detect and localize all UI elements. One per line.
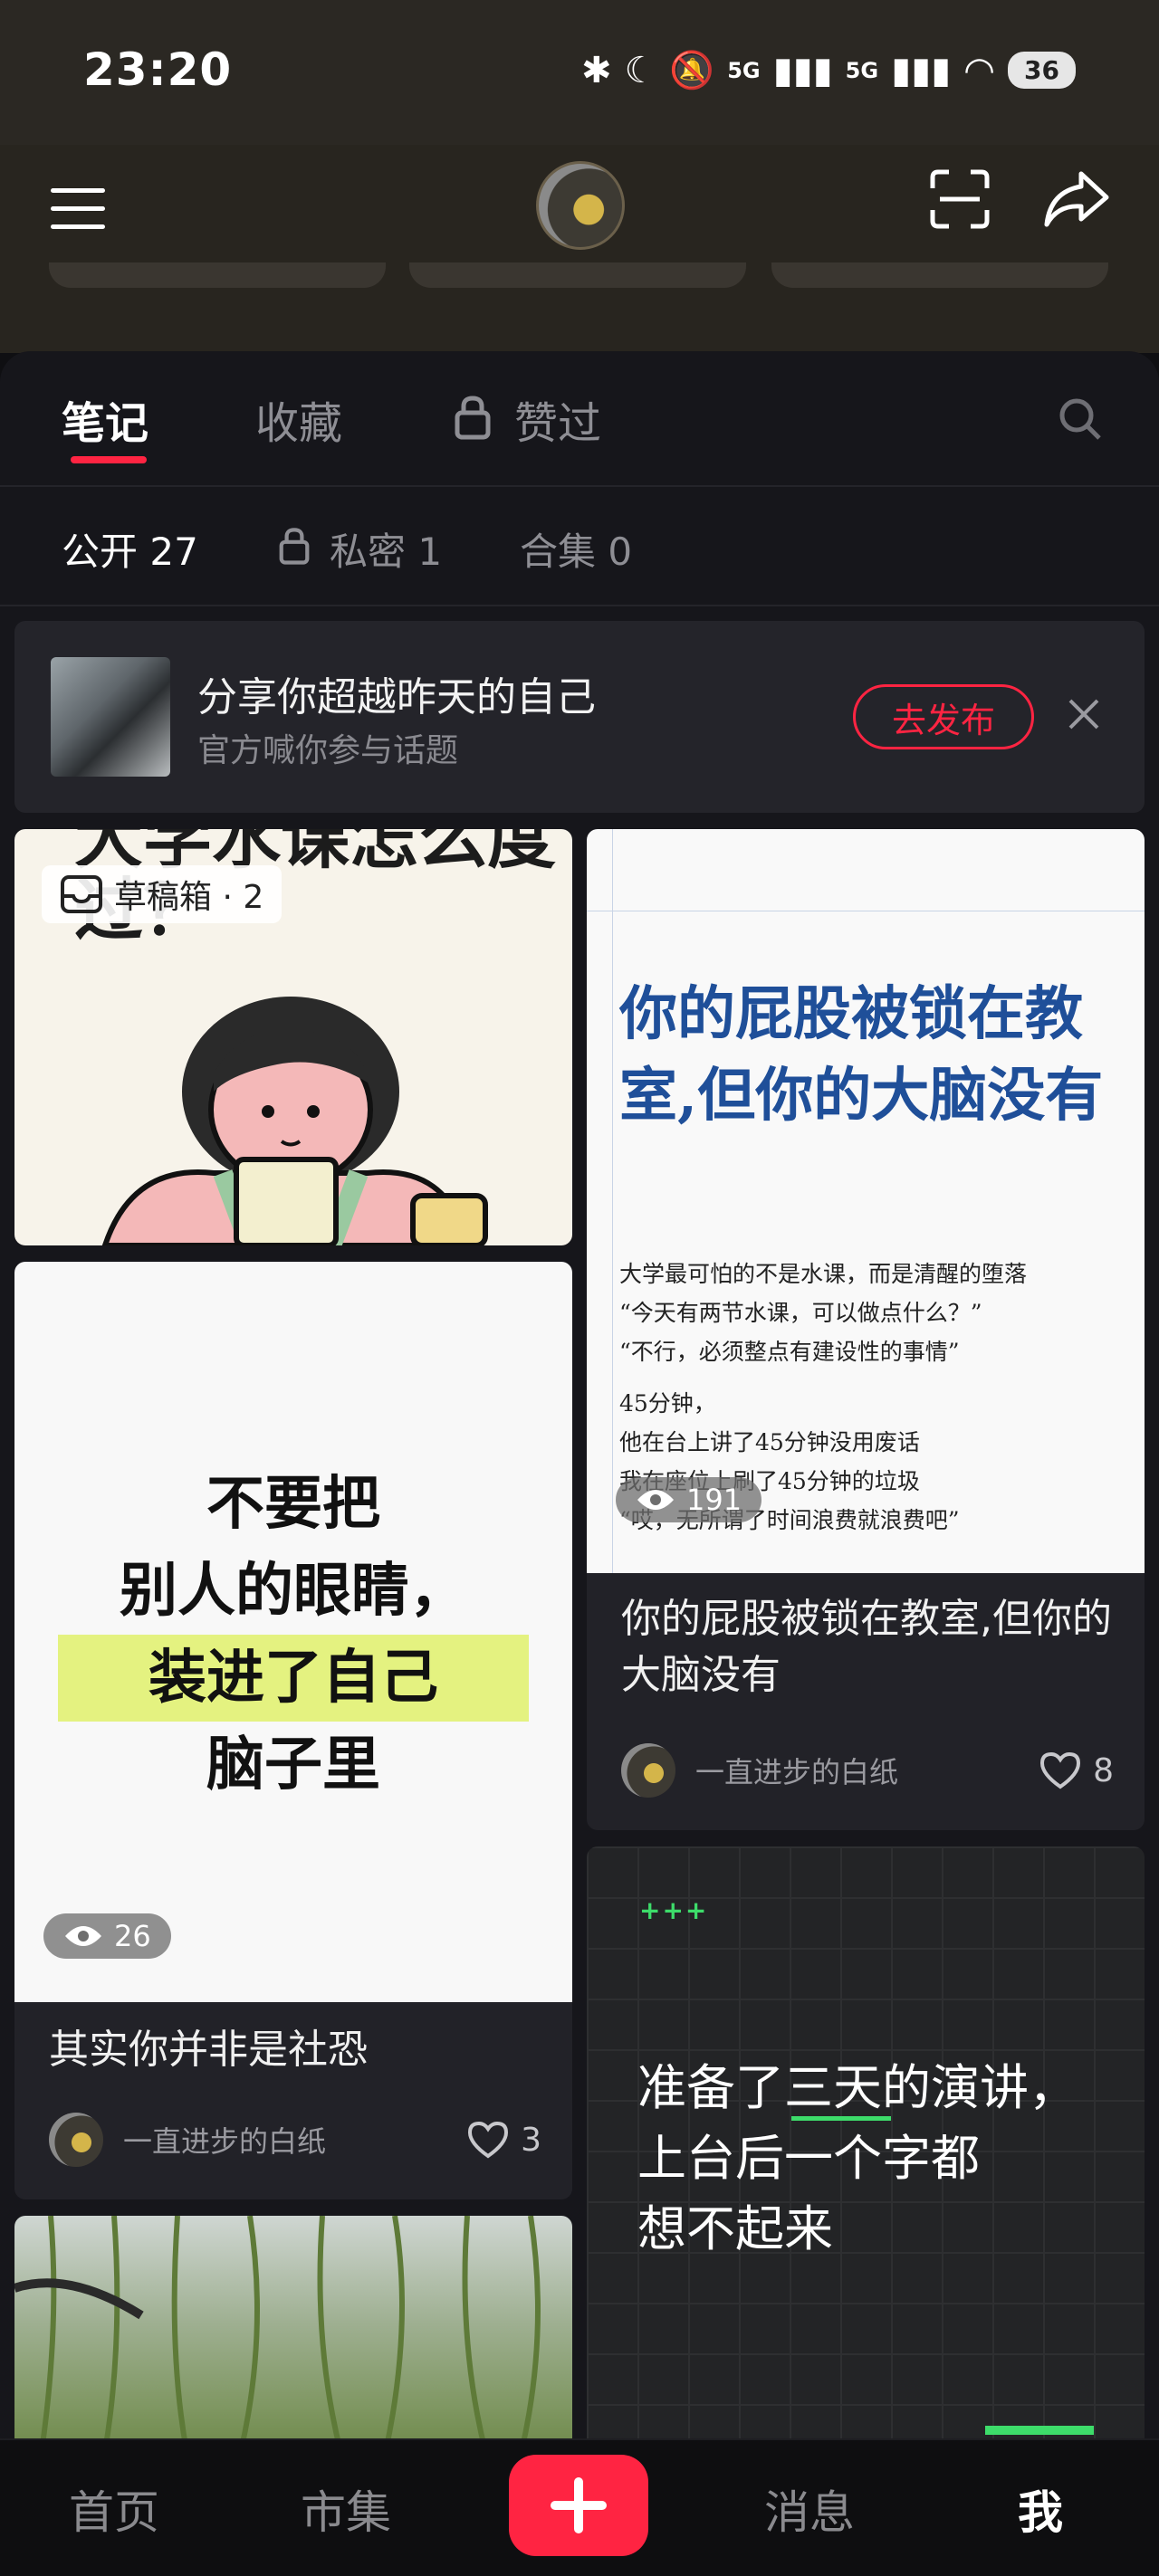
willow-photo xyxy=(14,2216,541,2451)
cover-line: 别人的眼睛， xyxy=(120,1558,467,1625)
avatar[interactable] xyxy=(536,161,625,250)
signal-icon: ▮▮▮ xyxy=(891,49,952,91)
cover-accent-bar xyxy=(985,2426,1094,2435)
tab-notes[interactable]: 笔记 xyxy=(62,387,148,451)
views-badge: 191 xyxy=(616,1477,762,1522)
like-count: 3 xyxy=(521,2121,541,2159)
highlight-underline xyxy=(791,2116,891,2121)
nav-market[interactable]: 市集 xyxy=(301,2476,391,2542)
plus-icon xyxy=(551,2477,607,2533)
status-time: 23:20 xyxy=(83,43,233,96)
note-author[interactable]: 一直进步的白纸 xyxy=(621,1743,898,1798)
signal-label-1: 5G xyxy=(727,57,761,83)
note-card[interactable]: 不要把 别人的眼睛， 装进了自己 脑子里 26 其实你并非是社恐 一直进步的白纸… xyxy=(14,1262,572,2199)
wifi-icon: ◠ xyxy=(963,49,996,91)
note-card[interactable]: 你的屁股被锁在教室,但你的大脑没有 大学最可怕的不是水课，而是清醒的堕落 “今天… xyxy=(587,829,1145,1830)
cover-plus-mark: +++ xyxy=(639,1895,709,1925)
lock-icon xyxy=(279,528,310,565)
nav-messages[interactable]: 消息 xyxy=(764,2476,855,2542)
views-count: 26 xyxy=(114,1919,151,1953)
draft-label: 草稿箱 · 2 xyxy=(114,879,264,916)
nav-home[interactable]: 首页 xyxy=(69,2476,159,2542)
cover-body-line: 大学最可怕的不是水课，而是清醒的堕落 xyxy=(619,1261,1028,1287)
battery-icon: 36 xyxy=(1008,52,1076,89)
note-author[interactable]: 一直进步的白纸 xyxy=(49,2113,326,2167)
heart-icon xyxy=(468,2121,509,2159)
cover-headline: 你的屁股被锁在教室,但你的大脑没有 xyxy=(619,980,1104,1130)
publish-button[interactable]: 去发布 xyxy=(853,684,1034,749)
header-card-edge xyxy=(409,262,746,288)
cover-line: 装进了自己 xyxy=(58,1635,529,1722)
bluetooth-icon: ✱ xyxy=(581,49,612,91)
views-count: 191 xyxy=(686,1483,742,1517)
note-cover: 你的屁股被锁在教室,但你的大脑没有 大学最可怕的不是水课，而是清醒的堕落 “今天… xyxy=(587,829,1145,1573)
draft-badge[interactable]: 草稿箱 · 2 xyxy=(42,865,283,923)
avatar xyxy=(621,1743,675,1798)
moon-icon: ☾ xyxy=(624,49,657,91)
like-button[interactable]: 8 xyxy=(1039,1751,1114,1790)
cover-line: 上台后一个字都 xyxy=(637,2130,980,2187)
girl-reading-illustration xyxy=(101,997,488,1245)
divider xyxy=(612,829,613,1573)
subtab-albums[interactable]: 合集 0 xyxy=(520,521,632,577)
divider xyxy=(0,485,1159,487)
cover-line: 脑子里 xyxy=(206,1732,380,1798)
divider xyxy=(0,605,1159,606)
promo-thumbnail xyxy=(51,657,170,777)
eye-icon xyxy=(65,1926,101,1946)
close-icon[interactable] xyxy=(1061,692,1106,737)
views-badge: 26 xyxy=(43,1913,171,1959)
cover-text: 不要把 别人的眼睛， 装进了自己 脑子里 xyxy=(14,1461,572,1808)
promo-title: 分享你超越昨天的自己 xyxy=(197,674,596,720)
cover-body-line: 他在台上讲了45分钟没用废话 xyxy=(619,1429,920,1455)
like-button[interactable]: 3 xyxy=(466,2120,541,2160)
cover-line: 想不起来 xyxy=(637,2200,833,2257)
tab-indicator xyxy=(71,456,147,463)
menu-icon[interactable] xyxy=(51,188,109,232)
signal-label-2: 5G xyxy=(845,57,879,83)
note-card[interactable] xyxy=(14,2216,572,2451)
signal-icon: ▮▮▮ xyxy=(772,49,833,91)
note-title[interactable]: 你的屁股被锁在教室,但你的大脑没有 xyxy=(621,1591,1128,1703)
search-icon[interactable] xyxy=(1058,396,1103,442)
status-icons: ✱ ☾ 🔕 5G ▮▮▮ 5G ▮▮▮ ◠ 36 xyxy=(581,49,1076,91)
note-cover: 不要把 别人的眼睛， 装进了自己 脑子里 26 xyxy=(14,1262,572,2002)
scan-icon[interactable] xyxy=(929,168,991,230)
promo-subtitle: 官方喊你参与话题 xyxy=(197,732,459,769)
eye-icon xyxy=(637,1490,674,1510)
author-name: 一直进步的白纸 xyxy=(123,2124,327,2159)
cover-body-line: 45分钟， xyxy=(619,1390,716,1417)
note-card[interactable]: +++ 准备了三天的演讲， 上台后一个字都 想不起来 xyxy=(587,1846,1145,2451)
heart-icon xyxy=(1040,1751,1081,1789)
inbox-icon xyxy=(61,875,102,913)
mute-icon: 🔕 xyxy=(669,50,715,91)
cover-body-line: “今天有两节水课，可以做点什么？” xyxy=(619,1300,982,1326)
draft-card[interactable]: 大学水课怎么度过？ 草稿箱 · 2 xyxy=(14,829,572,1245)
note-title[interactable]: 其实你并非是社恐 xyxy=(49,2022,368,2078)
cover-line: 准备了三天的演讲， xyxy=(637,2059,1078,2116)
tab-liked[interactable]: 赞过 xyxy=(514,387,601,451)
create-post-button[interactable] xyxy=(509,2455,648,2556)
nav-me[interactable]: 我 xyxy=(1018,2476,1063,2542)
cover-body-line: “不行，必须整点有建设性的事情” xyxy=(619,1339,960,1365)
like-count: 8 xyxy=(1093,1751,1114,1789)
avatar xyxy=(49,2113,103,2167)
lock-icon xyxy=(455,396,491,440)
cover-text: 准备了三天的演讲， 上台后一个字都 想不起来 xyxy=(637,2053,1078,2265)
header-card-edge xyxy=(49,262,386,288)
share-icon[interactable] xyxy=(1043,168,1110,230)
tab-collections[interactable]: 收藏 xyxy=(255,387,342,451)
cover-line: 不要把 xyxy=(206,1471,380,1538)
subtab-private[interactable]: 私密 1 xyxy=(330,521,442,577)
subtab-public[interactable]: 公开 27 xyxy=(62,521,198,577)
author-name: 一直进步的白纸 xyxy=(695,1755,899,1789)
header-card-edge xyxy=(771,262,1108,288)
